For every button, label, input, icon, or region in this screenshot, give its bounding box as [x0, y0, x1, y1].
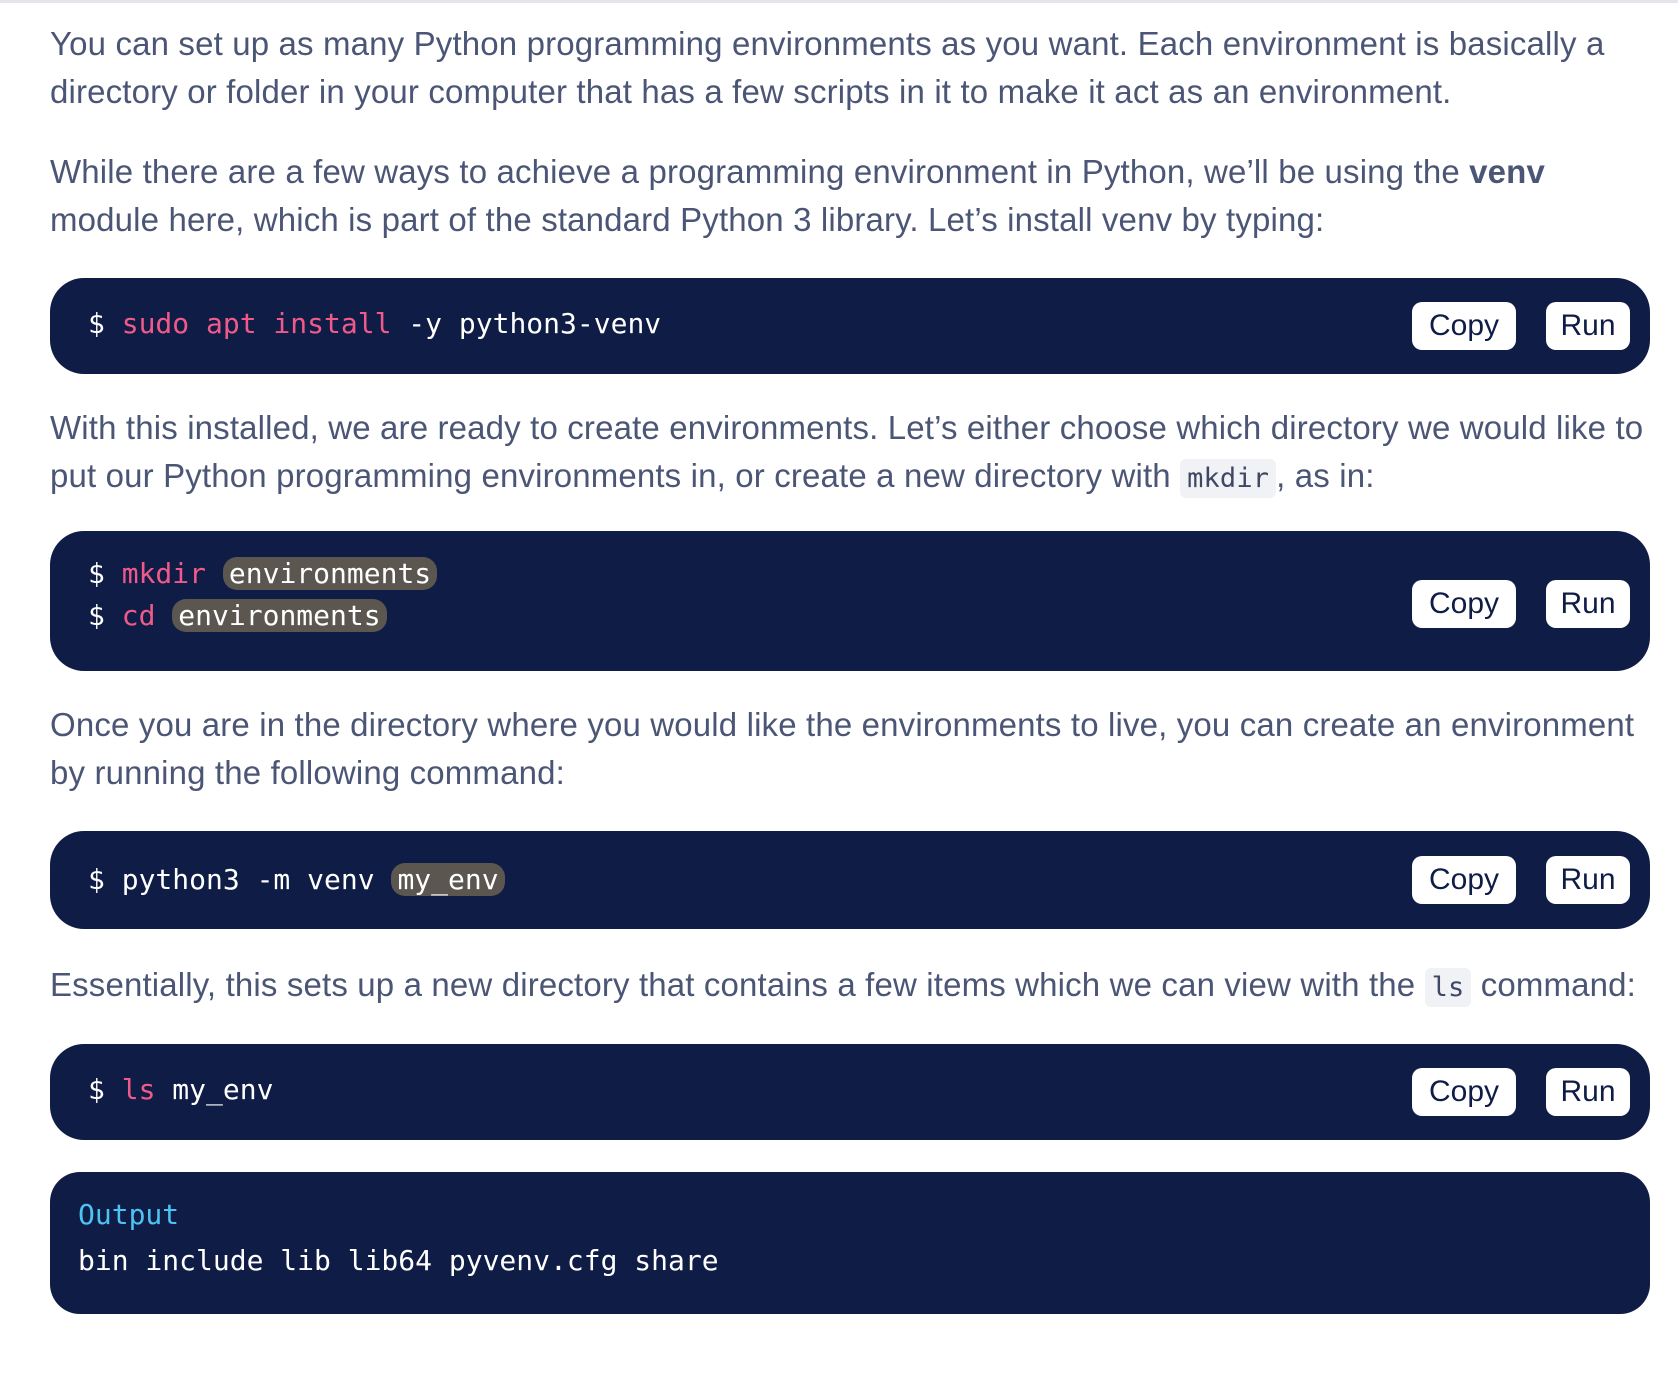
paragraph-text: While there are a few ways to achieve a … [50, 153, 1470, 190]
paragraph-text: Once you are in the directory where you … [50, 706, 1635, 791]
paragraph-environments-intro: You can set up as many Python programmin… [50, 20, 1650, 116]
top-divider [0, 0, 1678, 3]
code-block-mkdir-cd: $ mkdir environments $ cd environments C… [50, 531, 1650, 671]
command-args: my_env [172, 1073, 274, 1106]
paragraph-text: module here, which is part of the standa… [50, 201, 1325, 238]
command-keyword: sudo apt install [121, 307, 392, 340]
output-label: Output [78, 1198, 180, 1231]
paragraph-text: command: [1471, 966, 1636, 1003]
copy-button[interactable]: Copy [1412, 856, 1516, 904]
paragraph-text: You can set up as many Python programmin… [50, 25, 1605, 110]
shell-prompt: $ [88, 557, 105, 590]
paragraph-text: , as in: [1276, 457, 1375, 494]
highlighted-argument: environments [172, 599, 387, 632]
command-text: python3 -m venv [121, 863, 375, 896]
code-block-install-venv: $ sudo apt install -y python3-venv Copy … [50, 278, 1650, 374]
venv-bold-term: venv [1469, 153, 1545, 190]
run-button[interactable]: Run [1546, 856, 1630, 904]
highlighted-argument: environments [222, 557, 438, 590]
copy-button[interactable]: Copy [1412, 580, 1516, 628]
code-block-python-venv: $ python3 -m venv my_env Copy Run [50, 831, 1650, 929]
command-keyword: ls [121, 1073, 156, 1106]
paragraph-create-directory: With this installed, we are ready to cre… [50, 404, 1650, 503]
shell-prompt: $ [88, 307, 105, 340]
shell-prompt: $ [88, 599, 105, 632]
run-button[interactable]: Run [1546, 580, 1630, 628]
code-block-ls: $ ls my_env Copy Run [50, 1044, 1650, 1140]
paragraph-text: Essentially, this sets up a new director… [50, 966, 1425, 1003]
shell-prompt: $ [88, 863, 105, 896]
output-text: bin include lib lib64 pyvenv.cfg share [78, 1244, 719, 1277]
inline-code-mkdir: mkdir [1180, 459, 1277, 498]
highlighted-argument: my_env [391, 863, 505, 896]
run-button[interactable]: Run [1546, 302, 1630, 350]
copy-button[interactable]: Copy [1412, 302, 1516, 350]
copy-button[interactable]: Copy [1412, 1068, 1516, 1116]
command-args: -y python3-venv [408, 307, 662, 340]
command-keyword: mkdir [121, 557, 207, 590]
inline-code-ls: ls [1424, 968, 1472, 1007]
paragraph-venv-module: While there are a few ways to achieve a … [50, 148, 1650, 244]
run-button[interactable]: Run [1546, 1068, 1630, 1116]
paragraph-text: With this installed, we are ready to cre… [50, 409, 1644, 494]
output-block: Output bin include lib lib64 pyvenv.cfg … [50, 1172, 1650, 1314]
article-content: You can set up as many Python programmin… [50, 14, 1650, 1314]
command-keyword: cd [121, 599, 156, 632]
paragraph-ls-command: Essentially, this sets up a new director… [50, 961, 1650, 1012]
paragraph-create-environment: Once you are in the directory where you … [50, 701, 1650, 797]
shell-prompt: $ [88, 1073, 105, 1106]
